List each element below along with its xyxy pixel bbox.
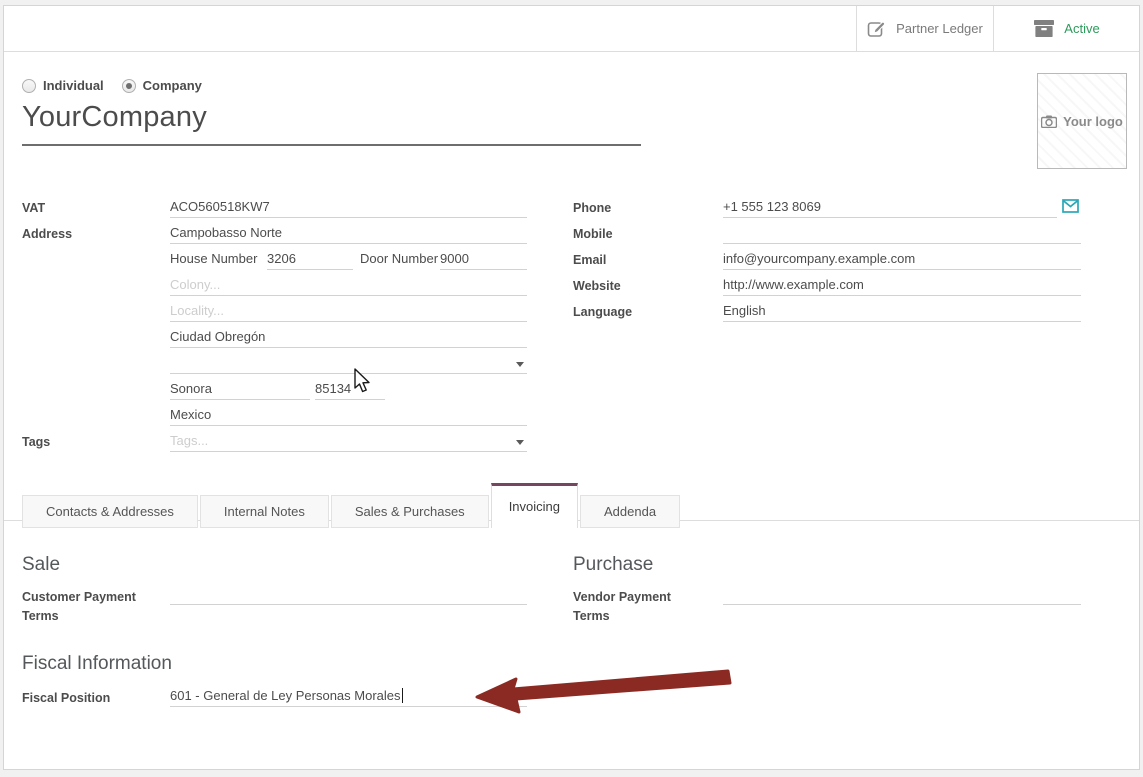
phone-label: Phone [573,199,718,218]
camera-icon [1041,115,1057,128]
tags-placeholder: Tags... [170,433,208,448]
radio-company-circle[interactable] [122,79,136,93]
website-input[interactable]: http://www.example.com [723,276,1081,296]
locality-input[interactable]: Locality... [170,302,527,322]
vat-label: VAT [22,199,167,218]
sale-section-heading: Sale [22,554,60,576]
zip-input[interactable]: 85134 [315,380,385,400]
partner-ledger-label: Partner Ledger [896,21,983,36]
partner-ledger-button[interactable]: Partner Ledger [856,6,993,51]
chevron-down-icon [516,440,524,445]
colony-input[interactable]: Colony... [170,276,527,296]
fiscal-position-value: 601 - General de Ley Personas Morales [170,688,401,703]
vat-input[interactable]: ACO560518KW7 [170,198,527,218]
tab-internal-notes[interactable]: Internal Notes [200,495,329,528]
tab-contacts-addresses[interactable]: Contacts & Addresses [22,495,198,528]
tags-input[interactable]: Tags... [170,432,527,452]
door-number-label: Door Number [360,251,438,266]
city-input[interactable]: Ciudad Obregón [170,328,527,348]
active-status-label: Active [1064,21,1099,36]
website-label: Website [573,277,718,296]
active-toggle-button[interactable]: Active [993,6,1139,51]
radio-individual[interactable]: Individual [22,78,104,93]
address-label: Address [22,225,167,244]
language-dropdown[interactable]: English [723,302,1081,322]
fiscal-position-input[interactable]: 601 - General de Ley Personas Morales [170,687,527,707]
archive-box-icon [1033,20,1055,37]
chevron-down-icon [516,362,524,367]
email-label: Email [573,251,718,270]
state-dropdown[interactable]: Sonora [170,380,310,400]
radio-company[interactable]: Company [122,78,202,93]
tab-addenda[interactable]: Addenda [580,495,680,528]
fiscal-position-label: Fiscal Position [22,689,167,708]
edit-pencil-icon [867,19,887,39]
radio-individual-label: Individual [43,78,104,93]
topbar-divider [4,51,1139,52]
house-number-input[interactable]: 3206 [267,250,353,270]
tags-label: Tags [22,433,167,452]
purchase-section-heading: Purchase [573,554,653,576]
mobile-label: Mobile [573,225,718,244]
radio-company-label: Company [143,78,202,93]
tab-invoicing[interactable]: Invoicing [491,483,578,528]
logo-placeholder-text: Your logo [1063,114,1123,129]
customer-payment-terms-dropdown[interactable] [170,585,527,605]
door-number-label-wrap: Door Number [360,250,438,270]
company-logo-upload[interactable]: Your logo [1037,73,1127,169]
house-number-label: House Number [170,251,257,266]
mobile-input[interactable] [723,224,1081,244]
chevron-down-icon [516,695,524,700]
fiscal-information-heading: Fiscal Information [22,653,172,675]
language-label: Language [573,303,718,322]
email-input[interactable]: info@yourcompany.example.com [723,250,1081,270]
vendor-payment-terms-label: Vendor Payment Terms [573,588,693,626]
company-name-input[interactable]: YourCompany [22,101,207,134]
radio-individual-circle[interactable] [22,79,36,93]
door-number-input[interactable]: 9000 [440,250,527,270]
phone-input[interactable]: +1 555 123 8069 [723,198,1057,218]
vendor-payment-terms-dropdown[interactable] [723,585,1081,605]
customer-payment-terms-label: Customer Payment Terms [22,588,142,626]
street-input[interactable]: Campobasso Norte [170,224,527,244]
country-dropdown[interactable]: Mexico [170,406,527,426]
company-type-radiogroup: Individual Company [22,78,202,93]
company-name-underline [22,144,641,146]
sms-envelope-icon[interactable] [1062,199,1079,213]
text-cursor [402,688,403,703]
tab-sales-purchases[interactable]: Sales & Purchases [331,495,489,528]
municipality-dropdown[interactable] [170,354,527,374]
notebook-tabs: Contacts & Addresses Internal Notes Sale… [22,483,682,528]
partner-form-screen: Partner Ledger Active Individual Company… [0,0,1143,777]
